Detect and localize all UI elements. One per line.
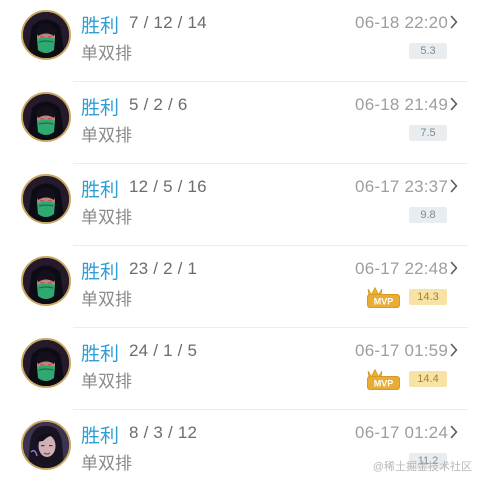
watermark: @稀土掘金技术社区 — [372, 461, 472, 473]
match-result: 胜利 — [81, 16, 120, 37]
chevron-right-icon[interactable] — [449, 96, 459, 112]
match-row[interactable]: 胜利 12 / 5 / 16 单双排 06-17 23:37 9.8 — [0, 164, 480, 246]
match-time: 06-17 01:24 — [355, 423, 448, 442]
chevron-right-icon[interactable] — [449, 342, 459, 358]
champion-dark-hair-woman-avatar-icon — [23, 422, 69, 468]
match-result: 胜利 — [81, 344, 120, 365]
chevron-right-icon[interactable] — [449, 178, 459, 194]
mvp-badge-icon: MVP — [367, 286, 400, 308]
kda-stats: 24 / 1 / 5 — [129, 341, 198, 360]
champion-hooded-green-mask-avatar-icon — [23, 94, 69, 140]
mvp-label: MVP — [374, 297, 394, 307]
champion-avatar — [21, 338, 71, 388]
champion-avatar — [21, 420, 71, 470]
match-row[interactable]: 胜利 24 / 1 / 5 单双排 06-17 01:59 MVP 14.4 — [0, 328, 480, 410]
champion-hooded-green-mask-avatar-icon — [23, 176, 69, 222]
queue-mode: 单双排 — [81, 290, 132, 309]
chevron-right-icon[interactable] — [449, 14, 459, 30]
queue-mode: 单双排 — [81, 44, 132, 63]
kda-stats: 23 / 2 / 1 — [129, 259, 198, 278]
queue-mode: 单双排 — [81, 126, 132, 145]
match-score-badge: 5.3 — [409, 43, 447, 59]
match-result: 胜利 — [81, 98, 120, 119]
match-result: 胜利 — [81, 180, 120, 201]
match-row[interactable]: 胜利 23 / 2 / 1 单双排 06-17 22:48 MVP 14.3 — [0, 246, 480, 328]
champion-avatar — [21, 174, 71, 224]
champion-hooded-green-mask-avatar-icon — [23, 340, 69, 386]
match-row[interactable]: 胜利 7 / 12 / 14 单双排 06-18 22:20 5.3 — [0, 0, 480, 82]
match-time: 06-18 22:20 — [355, 13, 448, 32]
champion-avatar — [21, 10, 71, 60]
queue-mode: 单双排 — [81, 372, 132, 391]
match-score-badge: 14.3 — [409, 289, 447, 305]
queue-mode: 单双排 — [81, 208, 132, 227]
champion-hooded-green-mask-avatar-icon — [23, 258, 69, 304]
kda-stats: 8 / 3 / 12 — [129, 423, 198, 442]
champion-avatar — [21, 256, 71, 306]
chevron-right-icon[interactable] — [449, 424, 459, 440]
match-time: 06-17 01:59 — [355, 341, 448, 360]
match-time: 06-17 22:48 — [355, 259, 448, 278]
mvp-badge-icon: MVP — [367, 368, 400, 390]
match-time: 06-18 21:49 — [355, 95, 448, 114]
match-score-badge: 14.4 — [409, 371, 447, 387]
match-time: 06-17 23:37 — [355, 177, 448, 196]
champion-avatar — [21, 92, 71, 142]
kda-stats: 5 / 2 / 6 — [129, 95, 188, 114]
chevron-right-icon[interactable] — [449, 260, 459, 276]
match-row[interactable]: 胜利 5 / 2 / 6 单双排 06-18 21:49 7.5 — [0, 82, 480, 164]
kda-stats: 7 / 12 / 14 — [129, 13, 207, 32]
match-history-list: 胜利 7 / 12 / 14 单双排 06-18 22:20 5.3 胜利 5 … — [0, 0, 480, 492]
mvp-label: MVP — [374, 379, 394, 389]
match-result: 胜利 — [81, 262, 120, 283]
match-result: 胜利 — [81, 426, 120, 447]
kda-stats: 12 / 5 / 16 — [129, 177, 207, 196]
match-score-badge: 9.8 — [409, 207, 447, 223]
match-score-badge: 7.5 — [409, 125, 447, 141]
champion-hooded-green-mask-avatar-icon — [23, 12, 69, 58]
queue-mode: 单双排 — [81, 454, 132, 473]
